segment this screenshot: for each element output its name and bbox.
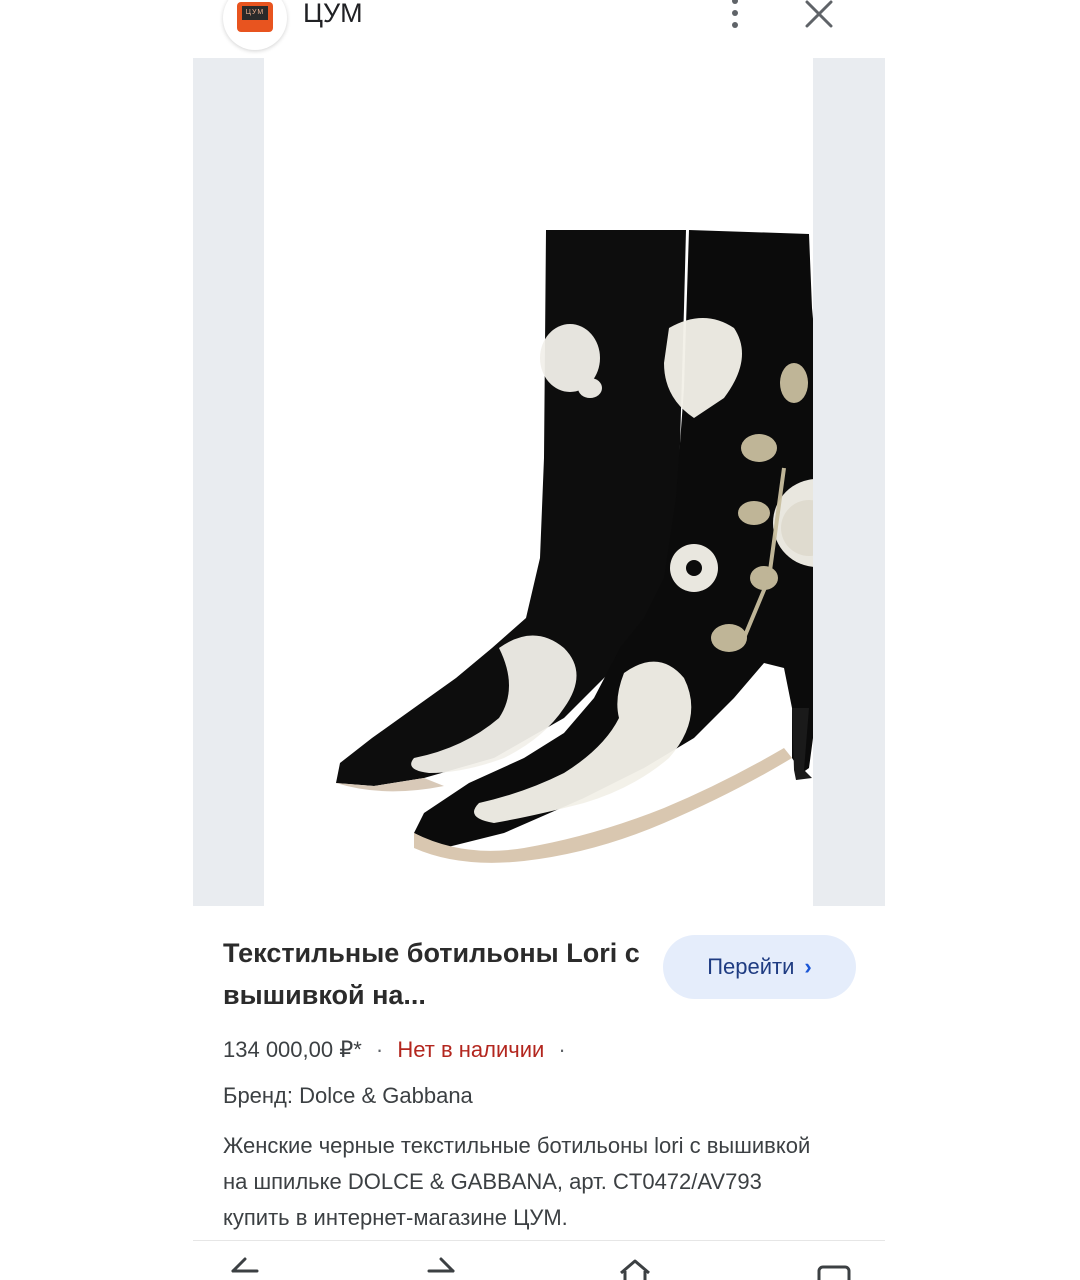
bottom-navigation-bar: [193, 1240, 885, 1280]
brand-info: Бренд: Dolce & Gabbana: [223, 1083, 473, 1108]
close-icon[interactable]: [801, 0, 837, 32]
image-padding-right: [813, 58, 885, 906]
site-name[interactable]: ЦУМ: [303, 0, 363, 29]
product-image[interactable]: [264, 58, 813, 906]
product-image-area[interactable]: [193, 58, 885, 906]
image-padding-left: [193, 58, 264, 906]
header: ЦУМ ЦУМ: [193, 0, 885, 56]
product-description: Женские черные текстильные ботильоны lor…: [223, 1133, 811, 1230]
go-to-site-button[interactable]: Перейти ›: [663, 935, 856, 999]
separator: ·: [375, 1037, 384, 1062]
back-icon[interactable]: [223, 1255, 263, 1280]
separator-trailing: ·: [558, 1037, 566, 1062]
home-icon[interactable]: [615, 1255, 655, 1280]
site-icon-button[interactable]: ЦУМ: [223, 0, 287, 50]
go-button-label: Перейти: [707, 954, 795, 979]
price: 134 000,00 ₽*: [223, 1037, 362, 1062]
availability-status: Нет в наличии: [397, 1037, 545, 1062]
chevron-right-icon: ›: [804, 954, 812, 979]
product-card: ЦУМ ЦУМ Текстильные ботильоны Lori с выш…: [193, 0, 885, 1280]
price-line: 134 000,00 ₽* · Нет в наличии ·: [223, 1037, 574, 1063]
forward-icon[interactable]: [423, 1255, 463, 1280]
product-title[interactable]: Текстильные ботильоны Lori с вышивкой на…: [223, 932, 643, 1016]
site-logo-text: ЦУМ: [242, 6, 268, 20]
site-logo-icon: ЦУМ: [237, 2, 273, 32]
more-vert-icon[interactable]: [721, 0, 749, 34]
page: ЦУМ ЦУМ Текстильные ботильоны Lori с выш…: [0, 0, 1080, 1280]
tabs-icon[interactable]: [815, 1255, 855, 1280]
